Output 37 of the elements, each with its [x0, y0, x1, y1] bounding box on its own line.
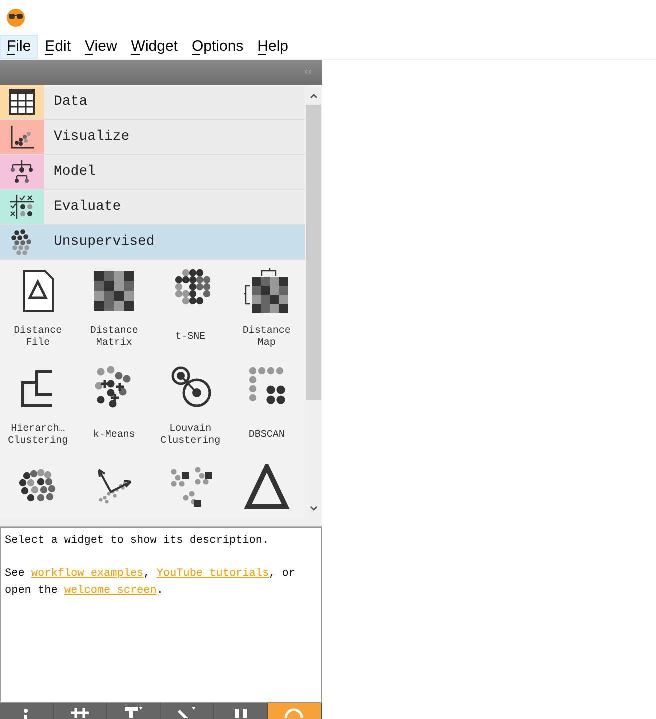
menu-item[interactable]: Widget — [124, 35, 185, 59]
table-icon — [9, 89, 35, 115]
widget-button[interactable]: DBSCAN — [228, 366, 305, 464]
grid-icon — [68, 706, 91, 718]
menu-item[interactable]: View — [78, 35, 124, 59]
category-tab[interactable]: Visualize — [0, 120, 305, 155]
heatmap-icon — [244, 268, 290, 314]
tree-icon — [9, 159, 35, 185]
category-tab[interactable]: Model — [0, 155, 305, 190]
category-tab[interactable]: Unsupervised — [0, 225, 305, 260]
app-logo-icon — [6, 8, 26, 28]
menu-item[interactable]: Options — [184, 35, 251, 59]
help-icon — [283, 706, 306, 718]
scroll-thumb[interactable] — [306, 105, 321, 400]
widget-button[interactable]: Louvain Clustering — [152, 366, 229, 464]
category-tab[interactable]: Evaluate — [0, 190, 305, 225]
menu-item[interactable]: Edit — [38, 35, 78, 59]
widget-button[interactable]: t-SNE — [152, 268, 229, 366]
widget-button[interactable]: Hierarch… Clustering — [0, 366, 76, 464]
confusion-matrix-icon — [9, 194, 35, 220]
category-tab[interactable]: Data — [0, 85, 305, 120]
scatter-plot-icon — [9, 124, 35, 150]
help-button[interactable] — [268, 703, 322, 719]
scroll-up-icon[interactable] — [308, 91, 318, 101]
widget-button[interactable]: Distance Map — [228, 268, 305, 366]
scroll-down-icon[interactable] — [308, 504, 318, 514]
widget-button[interactable]: Distance Matrix — [76, 268, 152, 366]
description-hint: Select a widget to show its description. — [5, 534, 270, 549]
widget-button[interactable]: Distance File — [0, 268, 76, 366]
help-links-text: See workflow examples, YouTube tutorials, or open the welcome screen. — [5, 567, 296, 599]
widget-button[interactable]: k-Means — [76, 366, 152, 464]
arrow-icon — [176, 706, 198, 718]
menu-item[interactable]: File — [0, 35, 38, 59]
menu-item[interactable]: Help — [250, 35, 296, 59]
text-icon — [122, 706, 144, 718]
triangle-icon — [244, 464, 290, 510]
info-icon — [24, 709, 28, 719]
